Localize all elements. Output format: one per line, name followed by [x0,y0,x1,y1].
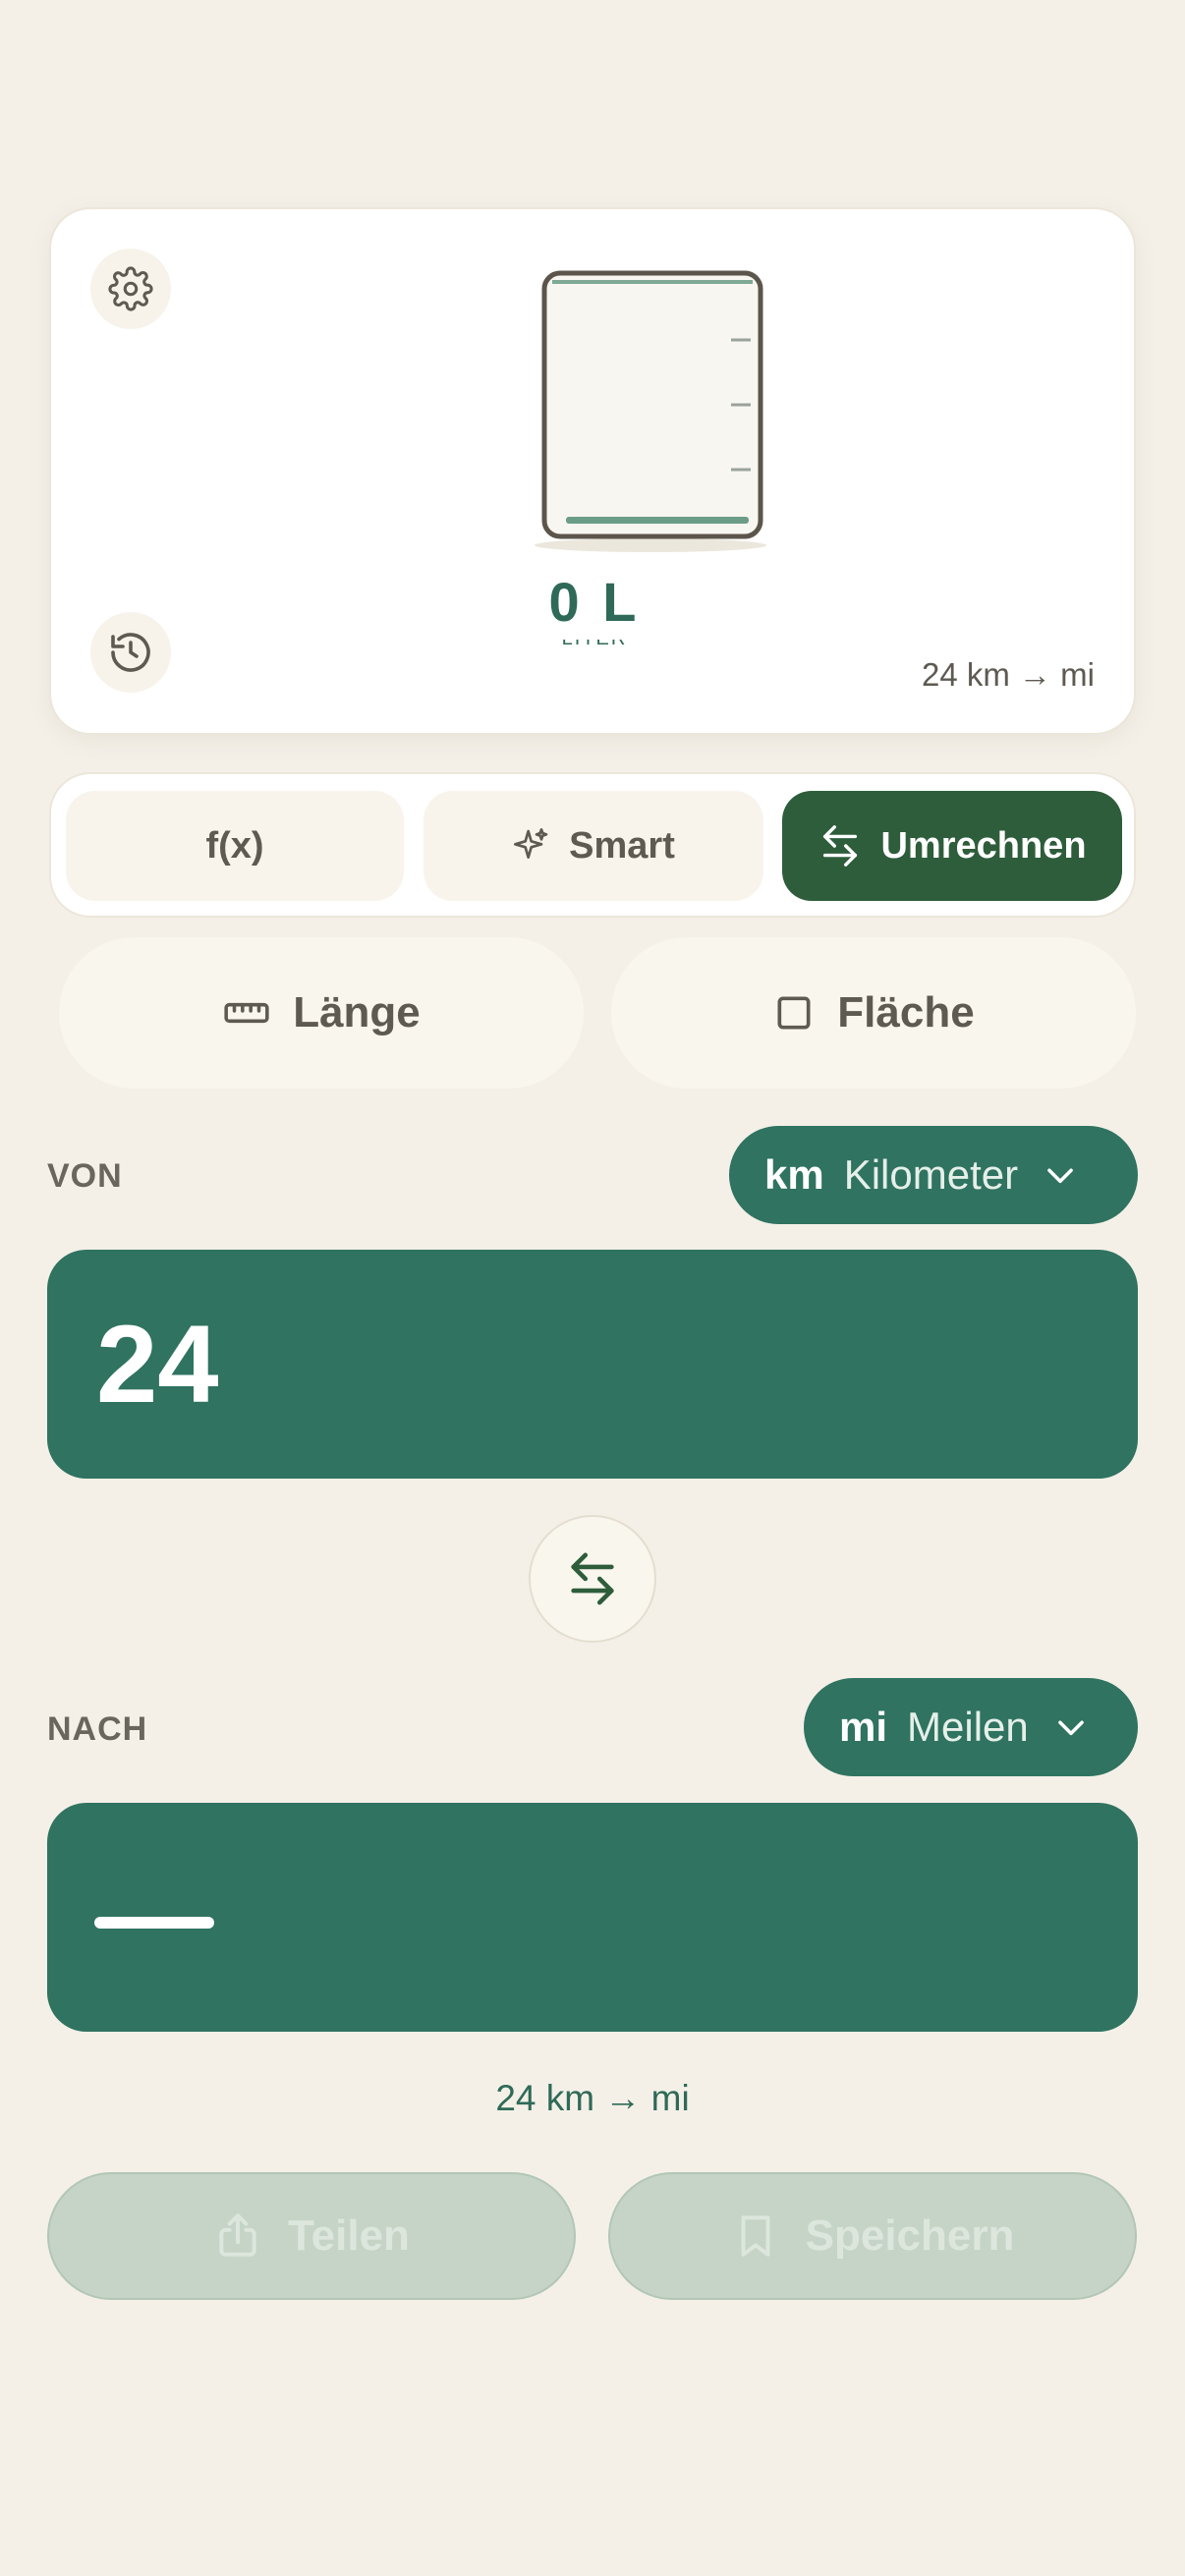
to-unit-name: Meilen [907,1704,1029,1750]
share-label: Teilen [288,2212,410,2260]
from-value: 24 [96,1303,219,1426]
swap-units-button[interactable] [529,1515,656,1643]
to-unit-selector[interactable]: mi Meilen [804,1678,1138,1776]
category-length-label: Länge [293,988,421,1036]
chevron-down-icon [1047,1168,1073,1184]
settings-button[interactable] [90,249,171,329]
history-icon [111,633,150,672]
hero-card: 0 L LITER 24 km → mi [49,207,1136,735]
ruler-icon [224,1002,269,1024]
gear-icon [108,266,153,311]
mode-smart-label: Smart [569,824,675,867]
measuring-cup-icon [535,270,766,552]
swap-arrows-icon [823,825,858,867]
share-icon [219,2213,256,2257]
to-value-empty [94,1917,214,1929]
to-value-field: — [47,1803,1138,2032]
category-area-label: Fläche [837,988,975,1036]
hero-amount: 0 L [548,571,641,633]
hero-amount-unit: LITER [552,640,637,648]
from-label: VON [47,1157,123,1195]
to-unit-abbr: mi [839,1704,888,1750]
mode-fx-label: f(x) [205,824,264,867]
share-button[interactable]: Teilen [47,2172,576,2300]
from-unit-name: Kilometer [843,1151,1019,1198]
category-length[interactable]: Länge [59,937,584,1089]
category-area[interactable]: Fläche [611,937,1136,1089]
swap-arrows-icon [571,1552,614,1605]
save-label: Speichern [805,2212,1015,2260]
sparkle-icon [514,828,548,859]
square-icon [777,996,811,1030]
mode-convert[interactable]: Umrechnen [782,791,1122,901]
mode-selector: f(x) Smart Umrechnen [49,772,1136,918]
from-unit-abbr: km [764,1151,824,1198]
mode-fx[interactable]: f(x) [66,791,404,901]
chevron-down-icon [1057,1720,1084,1736]
to-label: NACH [47,1710,148,1748]
hero-amount-unit-clip: LITER [552,640,637,648]
bookmark-icon [741,2215,770,2257]
result-expression: 24 km → mi [495,2078,690,2118]
mode-smart[interactable]: Smart [423,791,763,901]
hero-expression: 24 km → mi [921,656,1095,693]
save-button[interactable]: Speichern [608,2172,1137,2300]
from-value-field[interactable]: 24 [47,1250,1138,1479]
from-unit-selector[interactable]: km Kilometer [729,1126,1138,1224]
mode-convert-label: Umrechnen [880,824,1087,867]
